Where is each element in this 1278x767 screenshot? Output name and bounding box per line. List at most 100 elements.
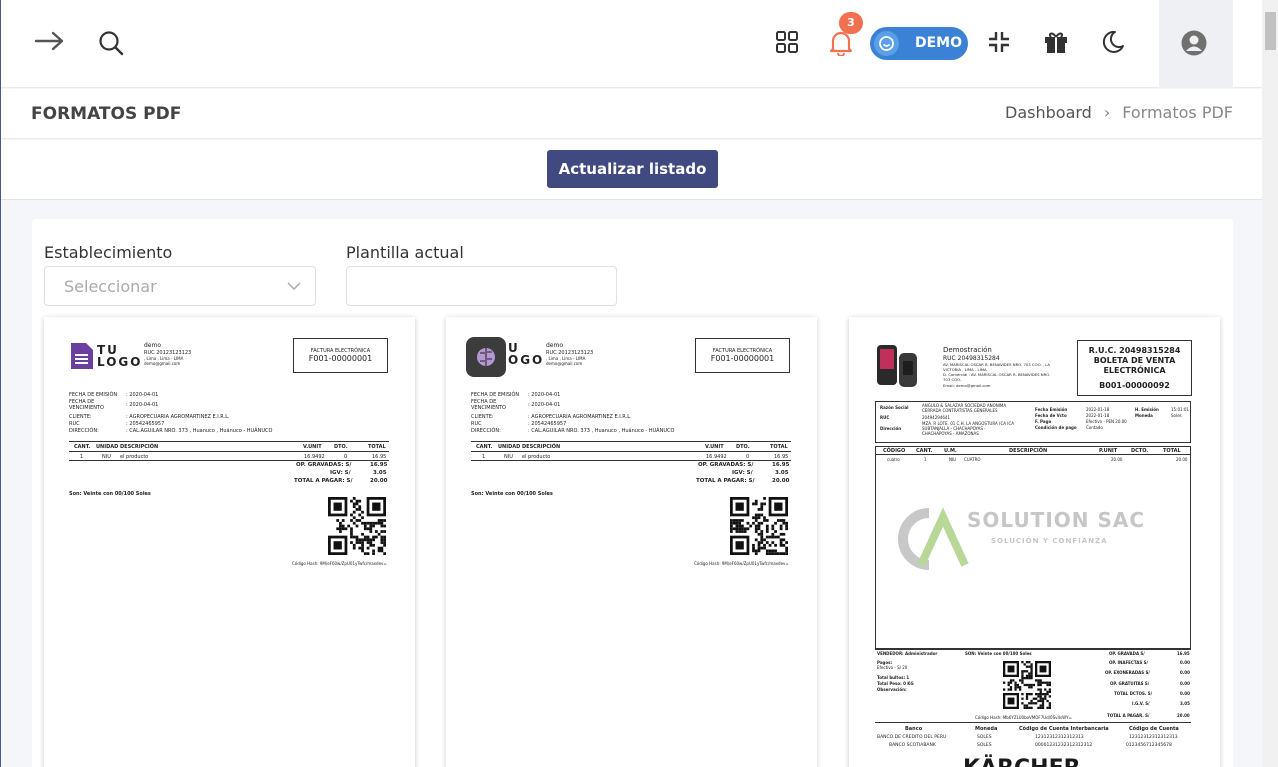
col-vunit: V.UNIT — [705, 444, 724, 450]
smile-icon — [874, 31, 899, 56]
col-desc: UNIDAD DESCRIPCIÓN — [498, 444, 561, 450]
totals-5-label: I.G.V. S/ — [1132, 701, 1150, 706]
totals-3-label: OP. GRATUITAS S/ — [1110, 681, 1150, 686]
arrow-right-icon[interactable] — [34, 29, 66, 53]
establishment-label: Establecimiento — [44, 243, 173, 262]
totals-0-label: OP. GRAVADA S/ — [1109, 651, 1145, 656]
user-circle-icon — [1181, 30, 1207, 56]
total-pagar: 20.00 — [772, 478, 790, 484]
due-date: : 2020-04-01 — [126, 402, 159, 408]
breadcrumb-dashboard-link[interactable]: Dashboard — [1005, 103, 1092, 122]
total-igv: 3.05 — [373, 470, 387, 476]
total-igv: 3.05 — [775, 470, 789, 476]
issue-date: : 2020-04-01 — [126, 392, 159, 398]
brain-logo-icon — [466, 337, 506, 377]
update-list-button[interactable]: Actualizar listado — [547, 150, 718, 188]
total-igv-label: IGV: S/ — [330, 470, 351, 476]
gift-icon[interactable] — [1043, 29, 1069, 54]
totals-2-value: 0.00 — [1180, 670, 1190, 675]
footer-brand-logo: KÄRCHER — [963, 755, 1081, 767]
collapse-icon[interactable] — [988, 31, 1010, 53]
due-date-label: Fecha de Vcto — [1035, 413, 1067, 418]
seller: VENDEDOR: Administrador — [877, 651, 938, 656]
due-date: 2022-01-18 — [1086, 413, 1110, 418]
qr-code — [1003, 661, 1051, 709]
moon-icon[interactable] — [1101, 30, 1125, 54]
apps-grid-icon[interactable] — [776, 31, 798, 53]
client-address: : CAL.AGUILAR NRO. 373 , Huanuco , Huánu… — [126, 428, 273, 434]
total-gravadas-label: OP. GRAVADAS: S/ — [698, 462, 754, 468]
col-total: TOTAL — [368, 444, 386, 450]
company-email: Email: demo@gmail.com — [943, 383, 991, 388]
hash-code: Código Hash: Mb6YZLU0boVMOF7Ud/0Sv4sWY= — [975, 715, 1072, 720]
totals-3-value: 0.00 — [1180, 681, 1190, 686]
client-dir-label: Dirección — [880, 426, 902, 431]
invoice-number-box: FACTURA ELECTRÓNICA F001-00000001 — [293, 338, 388, 373]
user-menu[interactable] — [1159, 0, 1233, 88]
company-name: Demostración — [943, 346, 992, 354]
col-descripcion: DESCRIPCIÓN — [1009, 448, 1048, 454]
amount-in-words: SON: Veinte con 00/100 Soles — [965, 651, 1032, 656]
col-punit: P.UNIT — [1099, 448, 1118, 454]
bank-2-currency: SOLES — [977, 743, 992, 748]
payment-condition-label: Condición de pago — [1035, 425, 1077, 430]
bank-col-cuenta: Código de Cuenta — [1129, 726, 1179, 732]
app-root: 3 DEMO FORMATOS PDF Dashboard › Formatos P… — [0, 0, 1278, 767]
product-image-icon — [877, 345, 917, 387]
invoice-number-box: FACTURA ELECTRÓNICA F001-00000001 — [695, 338, 790, 373]
total-pagar: 20.00 — [370, 478, 388, 484]
totals-1-value: 0.00 — [1180, 660, 1190, 665]
issue-date-label: FECHA DE EMISIÓN — [69, 392, 118, 398]
client-label: CLIENTE: — [471, 414, 494, 420]
row-punit: 20.00 — [1111, 457, 1123, 462]
client-address-label: DIRECCIÓN: — [69, 428, 99, 434]
col-cant: CANT. — [476, 444, 493, 450]
currency: Soles — [1171, 413, 1182, 418]
total-gravadas: 16.95 — [370, 462, 388, 468]
page-scrollbar[interactable] — [1262, 0, 1278, 767]
template-preview-3[interactable]: Demostración RUC 20498315284 AV. MARISCA… — [849, 317, 1220, 767]
scrollbar-thumb[interactable] — [1265, 12, 1276, 50]
logo-text-line2: OGO — [508, 353, 545, 367]
notification-badge: 3 — [839, 12, 863, 34]
total-igv-label: IGV: S/ — [732, 470, 753, 476]
table-bottom-rule — [471, 460, 791, 461]
bank-top-rule — [875, 722, 1191, 723]
col-codigo: CÓDIGO — [883, 448, 906, 454]
client-name: : AGROPECUARIA AGROMARTINEZ E.I.R.L. — [126, 414, 230, 420]
totals-2-label: OP. EXONERADAS S/ — [1105, 670, 1150, 675]
template-preview-1[interactable]: TU LOGO demo RUC 20123123123 , Lima , Li… — [44, 317, 415, 767]
row-cant: 1 — [924, 457, 927, 462]
doc-number: F001-00000001 — [308, 354, 373, 364]
logo-text-line2: LOGO — [97, 355, 143, 369]
row-um: NIU — [949, 457, 957, 462]
boleta-ruc: R.U.C. 20498315284 — [1088, 346, 1181, 355]
current-template-field[interactable] — [346, 266, 617, 306]
company-name: demo — [546, 342, 564, 349]
top-bar: 3 DEMO — [1, 0, 1262, 88]
hash-code: Código Hash: 9M/eF60w/ZpU01yTwfc/maxdev= — [694, 561, 789, 566]
total-gravadas: 16.95 — [772, 462, 790, 468]
table-header-rule — [69, 451, 389, 452]
totals-5-value: 3.05 — [1180, 701, 1190, 706]
row-total: 20.00 — [1176, 457, 1188, 462]
breadcrumb-separator: › — [1103, 103, 1111, 122]
hash-code: Código Hash: 9M/eF60w/ZpU01yTwfc/maxdev= — [292, 561, 387, 566]
client-ruc-label: RUC — [69, 421, 80, 427]
template-preview-2[interactable]: U OGO demo RUC 20123123123 , Lima , Lima… — [446, 317, 817, 767]
bank-1-currency: SOLES — [977, 735, 992, 740]
client-ruc: 20494294641 — [922, 415, 950, 420]
establishment-select[interactable]: Seleccionar — [44, 266, 316, 306]
issue-date-label: Fecha Emisión — [1035, 407, 1068, 412]
totals-4-label: TOTAL DCTOS. S/ — [1114, 691, 1153, 696]
demo-mode-toggle[interactable]: DEMO — [870, 27, 968, 60]
bank-col-cci: Código de Cuenta Interbancaria — [1019, 726, 1109, 732]
razon-2: CERRADA CONTRATISTAS GENERALES — [922, 408, 998, 413]
templates-card: Establecimiento Seleccionar Plantilla ac… — [32, 219, 1233, 767]
bank-col-moneda: Moneda — [975, 726, 998, 732]
totals-6-value: 20.00 — [1177, 713, 1190, 718]
due-date-label: FECHA DE VENCIMIENTO — [69, 399, 104, 412]
issue-time-label: H. Emisión — [1135, 407, 1159, 412]
search-icon[interactable] — [98, 30, 124, 56]
col-um: U.M. — [944, 448, 957, 454]
